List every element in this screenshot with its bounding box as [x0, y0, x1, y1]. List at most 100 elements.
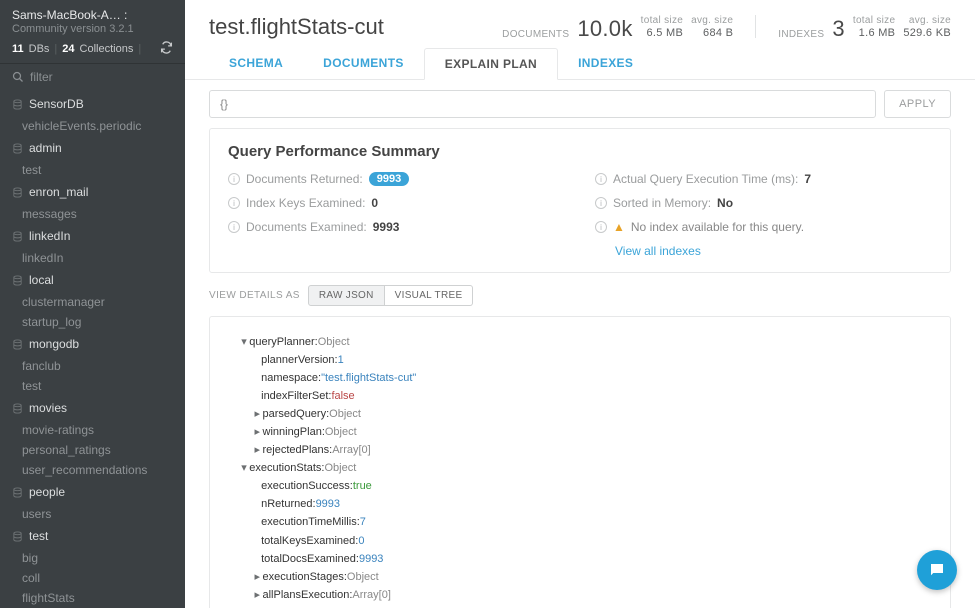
query-input[interactable]: {}	[209, 90, 876, 118]
database-icon	[12, 231, 23, 242]
docs-examined-label: Documents Examined:	[246, 220, 367, 234]
help-fab[interactable]	[917, 550, 957, 590]
docs-returned-label: Documents Returned:	[246, 172, 363, 186]
database-icon	[12, 339, 23, 350]
sidebar-coll-test[interactable]: test	[0, 376, 185, 396]
sorted-value: No	[717, 196, 733, 210]
db-label: people	[29, 485, 65, 499]
colls-label: Collections	[80, 43, 134, 55]
db-label: local	[29, 273, 54, 287]
db-label: mongodb	[29, 337, 79, 351]
info-icon: i	[595, 221, 607, 233]
sidebar-db-SensorDB[interactable]: SensorDB	[0, 92, 185, 116]
search-icon	[12, 71, 24, 83]
row-sorted: i Sorted in Memory: No	[595, 196, 932, 210]
docs-returned-value: 9993	[369, 172, 409, 186]
sidebar-coll-users[interactable]: users	[0, 504, 185, 524]
sidebar-coll-movie-ratings[interactable]: movie-ratings	[0, 420, 185, 440]
chat-icon	[928, 561, 946, 579]
raw-json-button[interactable]: RAW JSON	[308, 285, 385, 306]
query-bar: {} APPLY	[185, 80, 975, 128]
docs-examined-value: 9993	[373, 220, 400, 234]
total-size-label: total size	[641, 15, 683, 27]
tab-bar: SCHEMA DOCUMENTS EXPLAIN PLAN INDEXES	[185, 48, 975, 80]
meta-sep: |	[138, 43, 141, 55]
main-panel: test.flightStats-cut DOCUMENTS 10.0k tot…	[185, 0, 975, 608]
sidebar-db-admin[interactable]: admin	[0, 136, 185, 160]
database-icon	[12, 275, 23, 286]
row-docs-returned: i Documents Returned: 9993	[228, 172, 565, 186]
database-icon	[12, 403, 23, 414]
row-keys-examined: i Index Keys Examined: 0	[228, 196, 565, 210]
visual-tree-button[interactable]: VISUAL TREE	[385, 285, 474, 306]
row-no-index: i ▲ No index available for this query.	[595, 220, 932, 234]
sidebar-coll-fanclub[interactable]: fanclub	[0, 356, 185, 376]
keys-examined-value: 0	[371, 196, 378, 210]
sidebar-coll-clustermanager[interactable]: clustermanager	[0, 292, 185, 312]
filter-row[interactable]: filter	[0, 64, 185, 90]
dbs-label: DBs	[29, 43, 50, 55]
view-details-toggle: VIEW DETAILS AS RAW JSON VISUAL TREE	[209, 285, 951, 306]
info-icon: i	[228, 173, 240, 185]
connection-host: Sams-MacBook-A… :	[12, 8, 173, 22]
warning-icon: ▲	[613, 220, 625, 234]
performance-summary: Query Performance Summary i Documents Re…	[209, 128, 951, 273]
view-all-indexes-link[interactable]: View all indexes	[615, 244, 701, 258]
sidebar-db-movies[interactable]: movies	[0, 396, 185, 420]
tab-documents[interactable]: DOCUMENTS	[303, 48, 424, 79]
sidebar-coll-flightStats[interactable]: flightStats	[0, 588, 185, 608]
sidebar-db-test[interactable]: test	[0, 524, 185, 548]
sidebar-coll-personal_ratings[interactable]: personal_ratings	[0, 440, 185, 460]
view-details-label: VIEW DETAILS AS	[209, 290, 300, 301]
filter-placeholder: filter	[30, 70, 53, 84]
sidebar-coll-user_recommendations[interactable]: user_recommendations	[0, 460, 185, 480]
sidebar-db-local[interactable]: local	[0, 268, 185, 292]
refresh-icon[interactable]	[160, 41, 173, 57]
sidebar-coll-startup_log[interactable]: startup_log	[0, 312, 185, 332]
colls-count: 24	[62, 43, 74, 55]
info-icon: i	[228, 197, 240, 209]
idx-avg-value: 529.6 KB	[903, 27, 951, 40]
no-index-warning: No index available for this query.	[631, 220, 804, 234]
db-label: linkedIn	[29, 229, 70, 243]
db-label: SensorDB	[29, 97, 84, 111]
idx-total-label: total size	[853, 15, 895, 27]
row-exec-time: i Actual Query Execution Time (ms): 7	[595, 172, 932, 186]
apply-button[interactable]: APPLY	[884, 90, 951, 118]
db-label: enron_mail	[29, 185, 88, 199]
stat-documents: DOCUMENTS 10.0k total size6.5 MB avg. si…	[502, 15, 733, 40]
summary-title: Query Performance Summary	[228, 143, 932, 160]
sidebar-coll-messages[interactable]: messages	[0, 204, 185, 224]
sidebar-coll-test[interactable]: test	[0, 160, 185, 180]
info-icon: i	[228, 221, 240, 233]
dbs-count: 11	[12, 43, 24, 55]
meta-sep: |	[54, 43, 57, 55]
exec-time-label: Actual Query Execution Time (ms):	[613, 172, 798, 186]
sidebar-db-enron_mail[interactable]: enron_mail	[0, 180, 185, 204]
database-list: SensorDBvehicleEvents.periodicadminteste…	[0, 90, 185, 608]
docs-value: 10.0k	[577, 18, 632, 40]
idx-total-value: 1.6 MB	[859, 27, 896, 40]
sidebar-db-people[interactable]: people	[0, 480, 185, 504]
sidebar-coll-vehicleEvents.periodic[interactable]: vehicleEvents.periodic	[0, 116, 185, 136]
collection-header: test.flightStats-cut DOCUMENTS 10.0k tot…	[185, 0, 975, 48]
tab-schema[interactable]: SCHEMA	[209, 48, 303, 79]
sorted-label: Sorted in Memory:	[613, 196, 711, 210]
sidebar-coll-coll[interactable]: coll	[0, 568, 185, 588]
avg-size-label: avg. size	[691, 15, 733, 27]
sidebar-coll-linkedIn[interactable]: linkedIn	[0, 248, 185, 268]
info-icon: i	[595, 173, 607, 185]
info-icon: i	[595, 197, 607, 209]
sidebar-db-mongodb[interactable]: mongodb	[0, 332, 185, 356]
collection-title: test.flightStats-cut	[209, 14, 478, 40]
stat-separator	[755, 15, 756, 38]
sidebar-db-linkedIn[interactable]: linkedIn	[0, 224, 185, 248]
tab-indexes[interactable]: INDEXES	[558, 48, 653, 79]
sidebar-coll-big[interactable]: big	[0, 548, 185, 568]
database-icon	[12, 187, 23, 198]
keys-examined-label: Index Keys Examined:	[246, 196, 365, 210]
database-icon	[12, 487, 23, 498]
db-label: test	[29, 529, 48, 543]
database-icon	[12, 143, 23, 154]
tab-explain-plan[interactable]: EXPLAIN PLAN	[424, 48, 558, 80]
